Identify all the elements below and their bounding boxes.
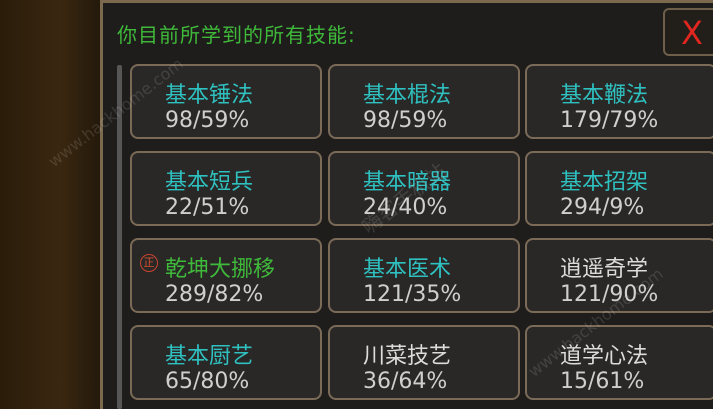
close-button[interactable]: X <box>663 8 713 56</box>
skill-name: 基本鞭法 <box>560 83 649 108</box>
skill-card[interactable]: 基本短兵 22/51% <box>130 151 322 226</box>
skill-card[interactable]: 道学心法 15/61% <box>525 325 713 400</box>
skill-name: 道学心法 <box>560 344 649 369</box>
skill-progress: 179/79% <box>560 108 659 133</box>
skill-name: 基本厨艺 <box>165 344 254 369</box>
skill-card[interactable]: 川菜技艺 36/64% <box>328 325 520 400</box>
skill-card[interactable]: 基本棍法 98/59% <box>328 64 520 139</box>
skill-progress: 22/51% <box>165 195 250 220</box>
skill-card[interactable]: 基本鞭法 179/79% <box>525 64 713 139</box>
skill-card[interactable]: 基本招架 294/9% <box>525 151 713 226</box>
skill-progress: 294/9% <box>560 195 645 220</box>
skills-panel: 你目前所学到的所有技能: X 基本锤法 98/59% 基本棍法 98/59% 基… <box>45 0 713 409</box>
skill-name: 基本招架 <box>560 170 649 195</box>
skill-name: 基本棍法 <box>363 83 452 108</box>
skill-name: 基本锤法 <box>165 83 254 108</box>
skill-name: 川菜技艺 <box>363 344 452 369</box>
skill-progress: 15/61% <box>560 369 645 394</box>
panel-title: 你目前所学到的所有技能: <box>117 23 356 47</box>
skill-progress: 121/90% <box>560 282 659 307</box>
skill-name: 基本医术 <box>363 257 452 282</box>
skill-card[interactable]: 基本暗器 24/40% <box>328 151 520 226</box>
skill-progress: 65/80% <box>165 369 250 394</box>
skill-card[interactable]: 逍遥奇学 121/90% <box>525 238 713 313</box>
skill-card[interactable]: 基本医术 121/35% <box>328 238 520 313</box>
skill-progress: 98/59% <box>363 108 448 133</box>
scrollbar[interactable] <box>117 65 122 409</box>
skill-name: 逍遥奇学 <box>560 257 649 282</box>
background-left <box>0 0 100 409</box>
skill-progress: 98/59% <box>165 108 250 133</box>
skill-name: 乾坤大挪移 <box>165 257 276 282</box>
skill-progress: 24/40% <box>363 195 448 220</box>
skill-progress: 289/82% <box>165 282 264 307</box>
sect-badge-icon: 正 <box>140 254 158 272</box>
skill-card[interactable]: 基本厨艺 65/80% <box>130 325 322 400</box>
skill-card[interactable]: 正 乾坤大挪移 289/82% <box>130 238 322 313</box>
skill-name: 基本短兵 <box>165 170 254 195</box>
skill-name: 基本暗器 <box>363 170 452 195</box>
close-icon: X <box>681 14 703 52</box>
skill-card[interactable]: 基本锤法 98/59% <box>130 64 322 139</box>
skill-progress: 121/35% <box>363 282 462 307</box>
skill-progress: 36/64% <box>363 369 448 394</box>
